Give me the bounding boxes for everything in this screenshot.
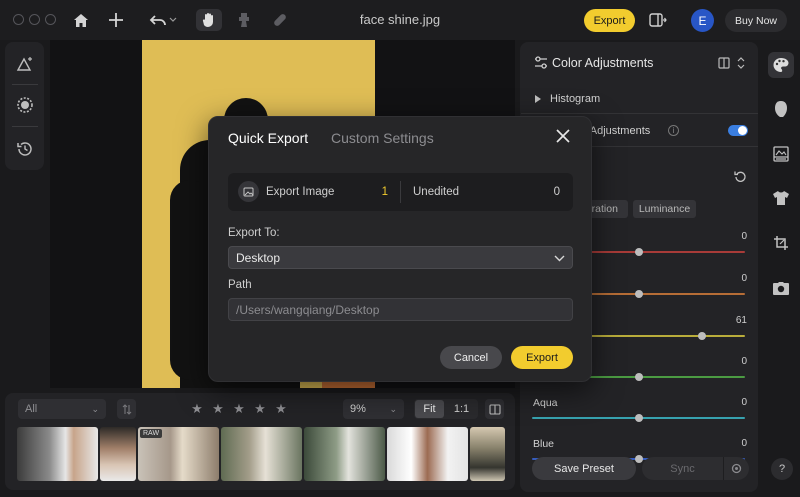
- cancel-button[interactable]: Cancel: [440, 346, 502, 369]
- histogram-expand-icon[interactable]: [535, 95, 541, 103]
- tab-custom-settings[interactable]: Custom Settings: [331, 130, 434, 146]
- crop-icon[interactable]: [768, 230, 794, 256]
- filter-select[interactable]: All ⌄: [18, 399, 106, 419]
- path-input[interactable]: /Users/wangqiang/Desktop: [228, 298, 573, 321]
- export-to-label: Export To:: [228, 227, 280, 239]
- info-icon[interactable]: i: [668, 125, 679, 136]
- add-icon[interactable]: [104, 9, 128, 31]
- sliders-icon: [534, 56, 548, 70]
- unedited-label: Unedited: [413, 186, 460, 198]
- avatar[interactable]: E: [691, 9, 714, 32]
- window-minimize-button[interactable]: [29, 14, 40, 25]
- save-preset-button[interactable]: Save Preset: [532, 457, 636, 480]
- stamp-tool-icon[interactable]: [232, 9, 256, 31]
- slider-value: 0: [741, 438, 747, 449]
- help-button[interactable]: ?: [771, 458, 793, 480]
- export-to-value: Desktop: [236, 250, 281, 265]
- export-image-label: Export Image: [266, 186, 335, 198]
- camera-icon[interactable]: [768, 275, 794, 301]
- divider: [12, 126, 38, 127]
- thumbnail-1[interactable]: [17, 427, 98, 481]
- mask-brush-icon[interactable]: [12, 92, 38, 118]
- star-icon[interactable]: ★: [253, 401, 267, 417]
- divider: [521, 113, 758, 114]
- tab-quick-export[interactable]: Quick Export: [228, 130, 308, 146]
- thumbnail-2[interactable]: [100, 427, 136, 481]
- slider-value: 0: [741, 397, 747, 408]
- slider-value: 0: [741, 356, 747, 367]
- divider: [12, 84, 38, 85]
- thumbnail-7[interactable]: [470, 427, 505, 481]
- slider-value: 61: [735, 315, 747, 326]
- export-image-count: 1: [381, 186, 388, 198]
- thumbnail-5[interactable]: [304, 427, 385, 481]
- bandage-tool-icon[interactable]: [268, 9, 292, 31]
- zoom-value: 9%: [350, 403, 366, 415]
- photo-detail: [322, 382, 375, 388]
- zoom-select[interactable]: 9% ⌄: [343, 399, 404, 419]
- raw-badge: RAW: [140, 429, 163, 438]
- one-to-one-button[interactable]: 1:1: [447, 400, 476, 418]
- chevron-down-icon: ⌄: [389, 403, 397, 414]
- sidebar-toggle-icon[interactable]: [646, 9, 670, 31]
- dialog-export-button[interactable]: Export: [511, 346, 573, 369]
- close-icon[interactable]: [553, 127, 573, 147]
- export-to-select[interactable]: Desktop: [228, 246, 573, 269]
- home-icon[interactable]: [69, 9, 93, 31]
- magic-adjust-icon[interactable]: [12, 51, 38, 77]
- hand-tool-icon[interactable]: [196, 9, 222, 31]
- undo-icon[interactable]: [146, 9, 180, 31]
- star-icon[interactable]: ★: [274, 401, 288, 417]
- panel-title: Color Adjustments: [552, 56, 654, 70]
- sort-icon[interactable]: [117, 399, 136, 419]
- image-icon: [238, 181, 259, 202]
- unedited-count: 0: [553, 186, 560, 198]
- thumbnail-3[interactable]: RAW: [138, 427, 219, 481]
- clothing-icon[interactable]: [768, 185, 794, 211]
- thumbnail-6[interactable]: [387, 427, 468, 481]
- slider-value: 0: [741, 273, 747, 284]
- slider-handle[interactable]: [634, 248, 643, 256]
- compare-view-icon[interactable]: [485, 399, 504, 419]
- slider-value: 0: [741, 231, 747, 242]
- expand-collapse-icon[interactable]: [737, 56, 745, 73]
- star-icon[interactable]: ★: [190, 401, 204, 417]
- fit-button[interactable]: Fit: [415, 400, 444, 418]
- histogram-label[interactable]: Histogram: [550, 93, 600, 105]
- palette-icon[interactable]: [768, 52, 794, 78]
- export-button[interactable]: Export: [584, 9, 635, 32]
- sync-button[interactable]: Sync: [642, 457, 723, 480]
- window-close-button[interactable]: [13, 14, 24, 25]
- chevron-down-icon: ⌄: [91, 403, 99, 414]
- reset-icon[interactable]: [734, 170, 747, 186]
- slider-handle[interactable]: [634, 373, 643, 381]
- image-adjust-icon[interactable]: [768, 141, 794, 167]
- tab-luminance[interactable]: Luminance: [633, 200, 696, 218]
- slider-label: Aqua: [533, 397, 558, 409]
- document-title: face shine.jpg: [359, 12, 441, 27]
- slider-handle[interactable]: [634, 290, 643, 298]
- face-icon[interactable]: [768, 96, 794, 122]
- color-adjustments-toggle[interactable]: [728, 125, 748, 136]
- star-icon[interactable]: ★: [211, 401, 225, 417]
- thumbnail-4[interactable]: [221, 427, 302, 481]
- chevron-down-icon: [554, 251, 565, 265]
- sync-settings-icon[interactable]: [723, 457, 749, 480]
- window-zoom-button[interactable]: [45, 14, 56, 25]
- filter-value: All: [25, 403, 38, 415]
- slider-label: Blue: [533, 438, 555, 450]
- compare-icon[interactable]: [718, 57, 730, 72]
- slider-handle[interactable]: [634, 455, 643, 463]
- history-icon[interactable]: [12, 136, 38, 162]
- buy-now-button[interactable]: Buy Now: [725, 9, 787, 32]
- divider: [400, 181, 401, 203]
- slider-handle[interactable]: [634, 414, 643, 422]
- path-label: Path: [228, 279, 252, 291]
- star-icon[interactable]: ★: [232, 401, 246, 417]
